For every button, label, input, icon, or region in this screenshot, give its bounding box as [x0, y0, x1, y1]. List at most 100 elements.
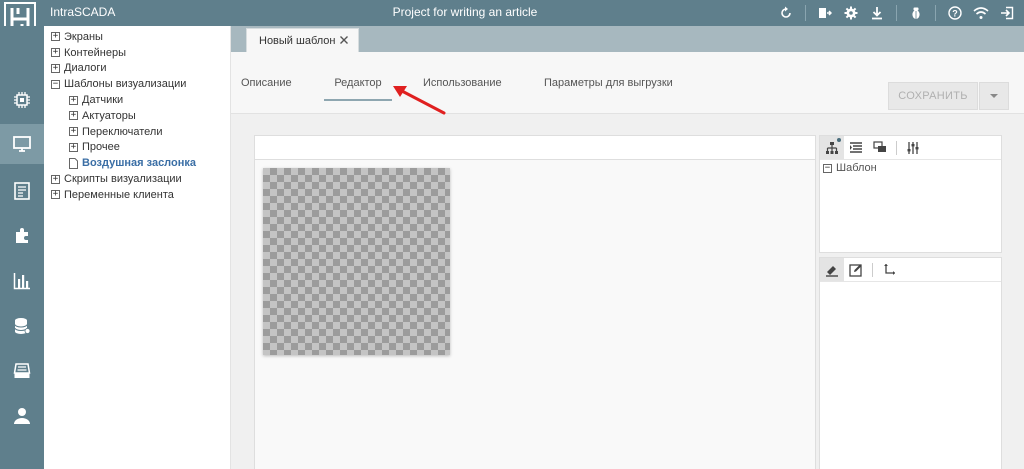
canvas-toolbar	[255, 136, 815, 160]
indicator-dot	[837, 138, 841, 142]
tree-item-label: Воздушная заслонка	[82, 157, 197, 170]
tree-item-label: Диалоги	[64, 62, 107, 75]
style-tool[interactable]	[820, 258, 844, 281]
file-icon	[69, 157, 78, 169]
tree-item[interactable]: + Переключатели	[44, 124, 230, 140]
divider	[805, 5, 806, 21]
sliders-tool[interactable]	[901, 136, 925, 159]
expand-toggle[interactable]: +	[51, 190, 60, 200]
monitor-icon	[13, 136, 31, 152]
editor-tabs: Описание Редактор Использование Параметр…	[231, 52, 1024, 114]
tab-description[interactable]: Описание	[241, 65, 292, 101]
rail-item-documents[interactable]	[0, 171, 44, 211]
bar-chart-icon	[13, 273, 30, 290]
save-button[interactable]: СОХРАНИТЬ	[888, 82, 978, 110]
hierarchy-tool[interactable]	[820, 136, 844, 159]
tree-item[interactable]: + Переменные клиента	[44, 187, 230, 203]
gear-icon[interactable]	[842, 4, 860, 22]
close-icon[interactable]	[338, 34, 350, 46]
main-area: Новый шаблон Описание Редактор Использов…	[231, 26, 1024, 469]
project-tree: + Экраны + Контейнеры + Диалоги − Шаблоны визуа…	[44, 26, 231, 469]
tree-item-label: Датчики	[82, 94, 124, 107]
collapse-toggle[interactable]: −	[51, 79, 60, 89]
canvas-panel	[254, 135, 816, 469]
download-icon[interactable]	[868, 4, 886, 22]
tree-item-label: Шаблоны визуализации	[64, 78, 187, 91]
sliders-icon	[907, 141, 919, 154]
top-bar: IntraSCADA Project for writing an articl…	[0, 0, 1024, 36]
tree-item-label: Переменные клиента	[64, 188, 174, 201]
template-canvas[interactable]	[263, 168, 450, 355]
divider	[872, 262, 873, 277]
import-icon[interactable]	[816, 4, 834, 22]
tree-item-label: Актуаторы	[82, 109, 136, 122]
document-tab[interactable]: Новый шаблон	[246, 28, 359, 52]
svg-text:?: ?	[952, 9, 958, 19]
tree-item[interactable]: − Шаблоны визуализации	[44, 76, 230, 92]
puzzle-icon	[16, 228, 28, 243]
rail-item-cpu[interactable]	[0, 80, 44, 120]
tree-item[interactable]: Воздушная заслонка	[44, 155, 230, 171]
user-icon	[14, 408, 30, 424]
rail-item-charts[interactable]	[0, 261, 44, 301]
move-icon	[884, 263, 895, 275]
rail-item-storage[interactable]	[0, 351, 44, 391]
editor-workspace: − Шаблон	[231, 114, 1024, 469]
edit-tool[interactable]	[844, 258, 868, 281]
tree-item-label: Скрипты визуализации	[64, 173, 182, 186]
structure-root-node[interactable]: − Шаблон	[820, 162, 1001, 174]
rail-item-user[interactable]	[0, 396, 44, 436]
server-icon	[13, 363, 31, 378]
structure-root-label: Шаблон	[836, 162, 877, 174]
tab-editor[interactable]: Редактор	[324, 65, 392, 101]
edit-icon	[849, 263, 862, 277]
divider	[935, 5, 936, 21]
collapse-toggle[interactable]: −	[823, 163, 832, 173]
tree-item-label: Прочее	[82, 141, 120, 154]
database-icon	[14, 318, 31, 334]
tree-item[interactable]: + Скрипты визуализации	[44, 171, 230, 187]
move-tool[interactable]	[877, 258, 901, 281]
divider	[896, 5, 897, 21]
tree-item[interactable]: + Актуаторы	[44, 108, 230, 124]
divider	[896, 140, 897, 155]
expand-toggle[interactable]: +	[51, 32, 60, 42]
rail-item-modules[interactable]	[0, 216, 44, 256]
tree-item-label: Переключатели	[82, 125, 163, 138]
expand-toggle[interactable]: +	[69, 142, 78, 152]
annotation-arrow-icon	[393, 86, 446, 115]
help-icon[interactable]: ?	[946, 4, 964, 22]
expand-toggle[interactable]: +	[51, 174, 60, 184]
rail-item-screens[interactable]	[0, 124, 44, 164]
paint-icon	[826, 265, 838, 277]
tree-item[interactable]: + Экраны	[44, 29, 230, 45]
logout-icon[interactable]	[998, 4, 1016, 22]
list-tool[interactable]	[844, 136, 868, 159]
structure-panel: − Шаблон	[819, 135, 1002, 253]
tab-export-parameters[interactable]: Параметры для выгрузки	[544, 65, 673, 101]
cpu-icon	[14, 92, 30, 108]
tree-item-label: Экраны	[64, 30, 103, 43]
document-icon	[14, 182, 30, 200]
list-icon	[850, 141, 862, 153]
expand-toggle[interactable]: +	[69, 111, 78, 121]
tree-item-label: Контейнеры	[64, 46, 126, 59]
refresh-icon[interactable]	[777, 4, 795, 22]
expand-toggle[interactable]: +	[51, 63, 60, 73]
caret-down-icon	[990, 94, 998, 98]
layers-tool[interactable]	[868, 136, 892, 159]
layers-icon	[873, 140, 886, 152]
expand-toggle[interactable]: +	[69, 95, 78, 105]
expand-toggle[interactable]: +	[69, 127, 78, 137]
save-dropdown-button[interactable]	[979, 82, 1009, 110]
tree-item[interactable]: + Датчики	[44, 92, 230, 108]
hierarchy-icon	[826, 141, 838, 154]
bug-icon[interactable]	[907, 4, 925, 22]
expand-toggle[interactable]: +	[51, 48, 60, 58]
tree-item[interactable]: + Диалоги	[44, 61, 230, 77]
rail-item-database[interactable]	[0, 306, 44, 346]
tree-item[interactable]: + Прочее	[44, 140, 230, 156]
wifi-icon[interactable]	[972, 4, 990, 22]
document-tab-label: Новый шаблон	[259, 34, 336, 47]
tree-item[interactable]: + Контейнеры	[44, 45, 230, 61]
